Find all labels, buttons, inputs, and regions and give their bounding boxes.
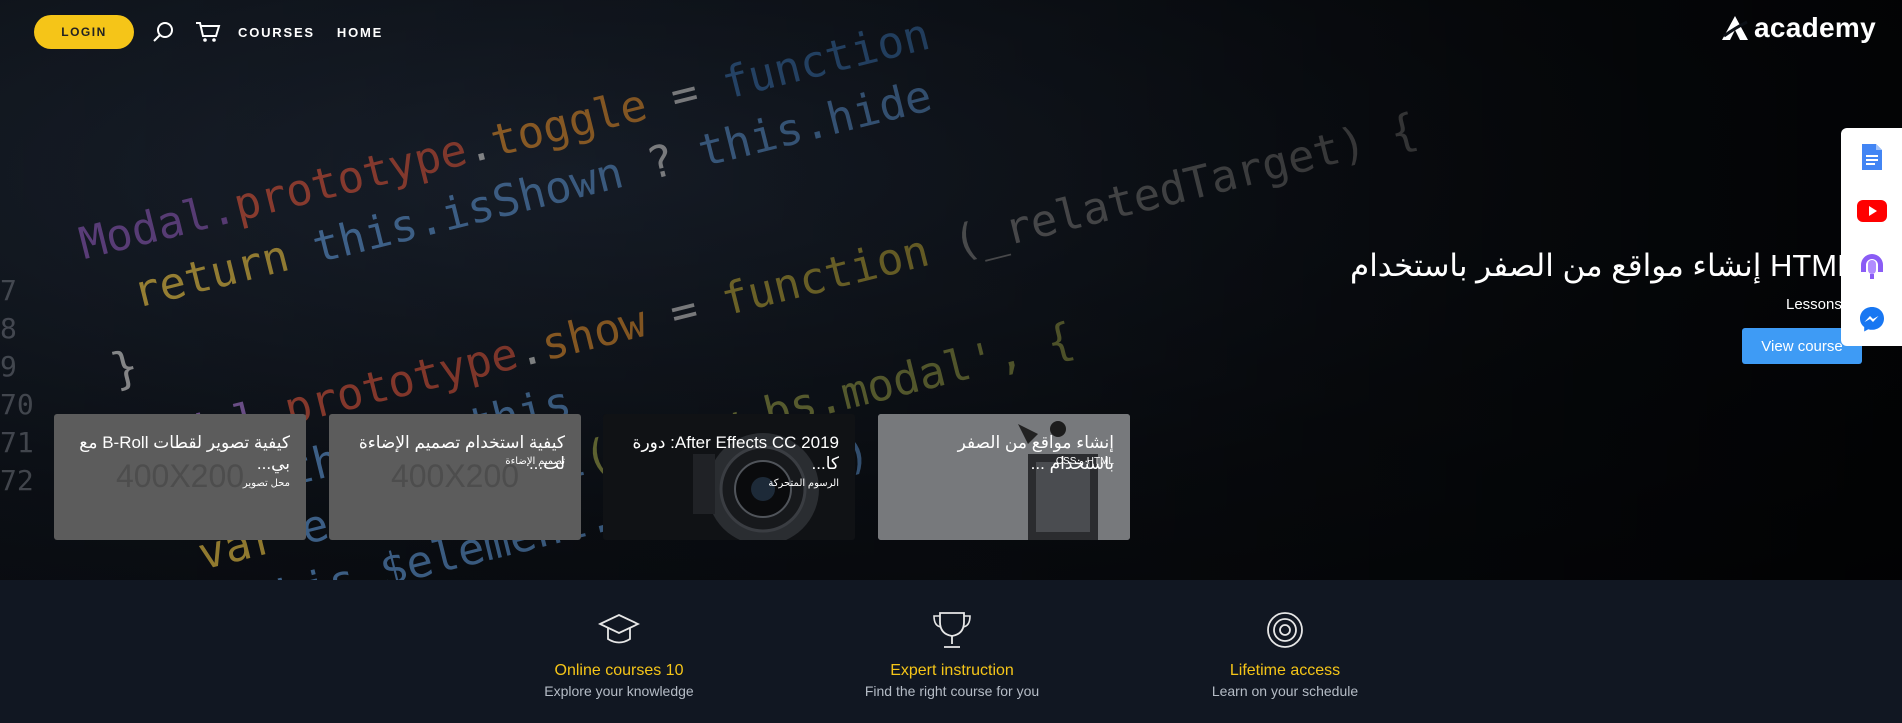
top-nav: LOGIN COURSES HOME [34,14,383,50]
course-card[interactable]: إنشاء مواقع من الصفر باستخدام ... HTML و… [878,414,1130,540]
course-card[interactable]: After Effects CC 2019: دورة كا... الرسوم… [603,414,855,540]
feature-subtitle: Find the right course for you [864,683,1040,699]
course-card-title: After Effects CC 2019: دورة كا... [632,433,839,473]
messenger-icon[interactable] [1841,292,1902,346]
side-social-panel [1841,128,1902,346]
podcast-icon[interactable] [1841,238,1902,292]
course-card-category: محل تصوير [242,478,290,489]
course-card-title: كيفية استخدام تصميم الإضاءة لت... [358,433,565,473]
graduation-cap-icon [469,608,769,652]
course-card[interactable]: 400X200 كيفية تصوير لقطات B-Roll مع بي..… [54,414,306,540]
document-icon[interactable] [1841,130,1902,184]
course-card-category: تصميم الإضاءة [505,456,565,467]
youtube-icon[interactable] [1841,184,1902,238]
feature-subtitle: Explore your knowledge [544,683,694,699]
feature-lifetime-access: Lifetime access Learn on your schedule [1135,608,1435,699]
feature-online-courses: Online courses 10 Explore your knowledge [469,608,769,699]
feature-title: Expert instruction [890,662,1014,679]
course-card-category: الرسوم المتحركة [768,478,839,489]
nav-link-courses[interactable]: COURSES [238,25,315,40]
featured-course-title: إنشاء مواقع من الصفر باستخدام HTML & CSS [1350,248,1902,283]
course-card-category: HTML و CSS [1055,456,1114,467]
feature-title: Online courses 10 [554,662,684,679]
cart-icon[interactable] [194,18,222,46]
target-icon [1135,608,1435,652]
logo-text: academy [1754,12,1876,43]
search-icon[interactable] [150,18,178,46]
course-card[interactable]: 400X200 كيفية استخدام تصميم الإضاءة لت..… [329,414,581,540]
course-card-title: كيفية تصوير لقطات B-Roll مع بي... [79,433,290,473]
features-strip: Online courses 10 Explore your knowledge… [0,580,1902,723]
site-logo[interactable]: academy [1720,12,1876,44]
course-card-title: إنشاء مواقع من الصفر باستخدام ... [957,433,1114,473]
feature-subtitle: Learn on your schedule [1211,683,1359,699]
nav-link-home[interactable]: HOME [337,25,383,40]
feature-expert-instruction: Expert instruction Find the right course… [802,608,1102,699]
academy-logo-icon [1722,16,1749,40]
feature-title: Lifetime access [1229,662,1341,679]
featured-lessons-label: Lessons [1786,296,1842,313]
trophy-icon [802,608,1102,652]
login-button[interactable]: LOGIN [34,15,134,49]
